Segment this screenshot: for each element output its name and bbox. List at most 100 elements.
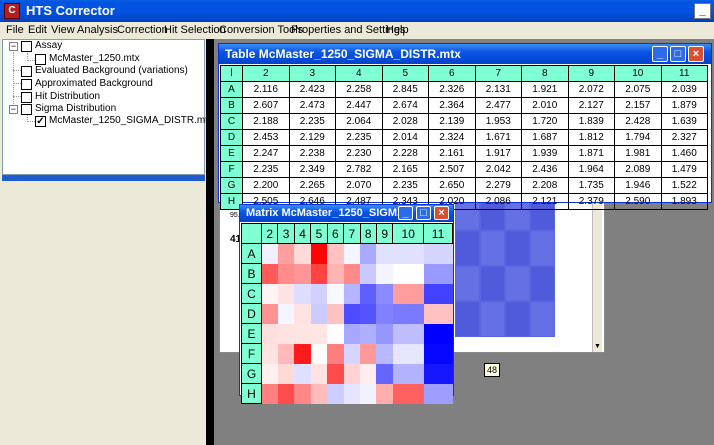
table-cell[interactable]: 1.939 — [521, 145, 569, 162]
heatmap-cell[interactable] — [376, 283, 393, 304]
minimize-icon[interactable]: _ — [652, 46, 668, 62]
heatmap-cell[interactable] — [423, 283, 453, 304]
table-cell[interactable]: 2.258 — [335, 81, 383, 98]
heatmap-cell[interactable] — [392, 283, 424, 304]
table-cell[interactable]: 2.235 — [242, 161, 290, 178]
heatmap-cell[interactable] — [294, 303, 311, 324]
table-cell[interactable]: 2.473 — [288, 97, 336, 114]
table-cell[interactable]: 2.447 — [335, 97, 383, 114]
heatmap-cell[interactable] — [392, 243, 424, 264]
checkbox[interactable] — [21, 66, 32, 77]
row-header[interactable]: B — [220, 97, 243, 114]
heatmap-cell[interactable] — [294, 383, 311, 404]
heatmap-cell[interactable] — [261, 363, 278, 384]
matrix-column-header[interactable]: 11 — [423, 223, 453, 244]
table-cell[interactable]: 1.893 — [660, 193, 708, 210]
table-cell[interactable]: 2.674 — [381, 97, 429, 114]
menu-help[interactable]: Help — [386, 24, 409, 36]
tree-item-evaluated-background[interactable]: Evaluated Background (variations) — [3, 65, 203, 78]
table-cell[interactable]: 2.279 — [474, 177, 522, 194]
table-cell[interactable]: 1.687 — [521, 129, 569, 146]
heatmap-cell[interactable] — [327, 363, 344, 384]
heatmap-cell[interactable] — [343, 343, 361, 364]
heatmap-cell[interactable] — [360, 363, 377, 384]
matrix-column-header[interactable]: 9 — [375, 223, 394, 244]
menu-file[interactable]: File — [6, 24, 24, 36]
matrix-row-header[interactable]: F — [241, 343, 262, 364]
matrix-column-header[interactable]: 10 — [392, 223, 425, 244]
heatmap-cell[interactable] — [376, 343, 393, 364]
heatmap-cell[interactable] — [327, 283, 344, 304]
matrix-row-header[interactable]: A — [241, 243, 262, 264]
table-cell[interactable]: 2.349 — [288, 161, 336, 178]
tree-item-sigma-distr-mtx[interactable]: ✓ McMaster_1250_SIGMA_DISTR.mtx — [3, 115, 213, 128]
table-cell[interactable]: 2.436 — [521, 161, 569, 178]
heatmap-cell[interactable] — [294, 343, 311, 364]
heatmap-cell[interactable] — [294, 363, 311, 384]
collapse-icon[interactable]: − — [9, 42, 18, 51]
heatmap-cell[interactable] — [327, 323, 344, 344]
heatmap-cell[interactable] — [327, 243, 344, 264]
table-cell[interactable]: 2.845 — [381, 81, 429, 98]
table-cell[interactable]: 2.228 — [381, 145, 429, 162]
table-cell[interactable]: 2.364 — [428, 97, 476, 114]
heatmap-cell[interactable] — [294, 283, 311, 304]
heatmap-cell[interactable] — [423, 243, 453, 264]
minimize-icon[interactable]: _ — [398, 206, 413, 220]
table-cell[interactable]: 2.116 — [242, 81, 290, 98]
menu-analysis[interactable]: Analysis — [77, 24, 118, 36]
table-cell[interactable]: 2.089 — [614, 161, 662, 178]
heatmap-cell[interactable] — [310, 383, 328, 404]
table-cell[interactable]: 1.981 — [614, 145, 662, 162]
close-icon[interactable]: × — [434, 206, 449, 220]
heatmap-cell[interactable] — [261, 243, 278, 264]
heatmap-cell[interactable] — [294, 263, 311, 284]
matrix-row-header[interactable]: B — [241, 263, 262, 284]
heatmap-cell[interactable] — [360, 243, 377, 264]
heatmap-cell[interactable] — [310, 303, 328, 324]
heatmap-cell[interactable] — [360, 263, 377, 284]
close-icon[interactable]: × — [688, 46, 704, 62]
table-cell[interactable]: 2.028 — [381, 113, 429, 130]
heatmap-cell[interactable] — [343, 303, 361, 324]
heatmap-cell[interactable] — [310, 363, 328, 384]
heatmap-cell[interactable] — [360, 283, 377, 304]
heatmap-cell[interactable] — [360, 343, 377, 364]
heatmap-cell[interactable] — [376, 263, 393, 284]
table-cell[interactable]: 2.230 — [335, 145, 383, 162]
checkbox[interactable] — [35, 54, 46, 65]
heatmap-cell[interactable] — [277, 383, 295, 404]
heatmap-cell[interactable] — [423, 343, 453, 364]
table-cell[interactable]: 2.208 — [521, 177, 569, 194]
column-header[interactable]: 9 — [567, 65, 615, 82]
column-header[interactable]: 6 — [428, 65, 476, 82]
table-cell[interactable]: 2.075 — [614, 81, 662, 98]
table-cell[interactable]: 2.165 — [381, 161, 429, 178]
matrix-column-header[interactable]: 4 — [293, 223, 312, 244]
collapse-icon[interactable]: − — [9, 105, 18, 114]
heatmap-cell[interactable] — [310, 263, 328, 284]
heatmap-cell[interactable] — [423, 363, 453, 384]
table-cell[interactable]: 2.326 — [428, 81, 476, 98]
row-header[interactable]: D — [220, 129, 243, 146]
heatmap-cell[interactable] — [376, 383, 393, 404]
heatmap-cell[interactable] — [392, 263, 424, 284]
table-cell[interactable]: 2.072 — [567, 81, 615, 98]
table-cell[interactable]: 2.590 — [614, 193, 662, 210]
heatmap-cell[interactable] — [392, 343, 424, 364]
table-cell[interactable]: 2.157 — [614, 97, 662, 114]
table-cell[interactable]: 2.324 — [428, 129, 476, 146]
heatmap-cell[interactable] — [261, 283, 278, 304]
scroll-down-icon[interactable]: ▼ — [594, 343, 601, 350]
table-cell[interactable]: 2.607 — [242, 97, 290, 114]
table-cell[interactable]: 2.161 — [428, 145, 476, 162]
vertical-scrollbar[interactable]: ▼ — [592, 198, 602, 352]
tree-item-assay[interactable]: − Assay — [3, 40, 203, 53]
table-cell[interactable]: 2.238 — [288, 145, 336, 162]
table-cell[interactable]: 1.879 — [660, 97, 708, 114]
table-cell[interactable]: 2.235 — [381, 177, 429, 194]
table-cell[interactable]: 2.070 — [335, 177, 383, 194]
tree-item-approximated-background[interactable]: Approximated Background — [3, 78, 203, 91]
heatmap-cell[interactable] — [310, 343, 328, 364]
table-cell[interactable]: 2.127 — [567, 97, 615, 114]
